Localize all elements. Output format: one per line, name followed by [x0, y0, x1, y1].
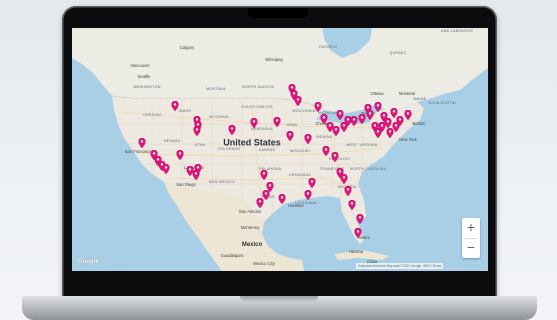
map-pin-icon[interactable]: [356, 214, 364, 224]
label-indiana: INDIANA: [315, 135, 333, 140]
map-pin-icon[interactable]: [194, 164, 202, 174]
map-pin-icon[interactable]: [228, 125, 236, 135]
map-pin-icon[interactable]: [278, 194, 286, 204]
label-wyoming: WYOMING: [208, 115, 230, 120]
map-viewport[interactable]: United States Mexico Cuba AND LABRADOR O…: [72, 28, 488, 271]
label-mexico: Mexico: [241, 242, 263, 248]
camera-notch: [248, 8, 308, 18]
map-pin-icon[interactable]: [390, 108, 398, 118]
label-north-carolina: NORTH CAROLINA: [349, 167, 387, 172]
map-pin-icon[interactable]: [404, 110, 412, 120]
map-pin-icon[interactable]: [262, 190, 270, 200]
map-pin-icon[interactable]: [260, 170, 268, 180]
label-boston: Boston: [412, 120, 426, 126]
map-pin-icon[interactable]: [304, 190, 312, 200]
map-pin-icon[interactable]: [193, 126, 201, 136]
map-pin-icon[interactable]: [176, 150, 184, 160]
laptop-base-notch: [240, 296, 318, 302]
label-nebraska: NEBRASKA: [251, 127, 273, 132]
map-pin-icon[interactable]: [332, 126, 340, 136]
map-pin-icon[interactable]: [396, 116, 404, 126]
label-houston: Houston: [288, 202, 304, 208]
label-idaho: IDAHO: [178, 109, 192, 114]
google-logo: Google: [78, 259, 99, 265]
map-pin-icon[interactable]: [354, 228, 362, 238]
label-seattle: Seattle: [137, 73, 151, 79]
label-oregon: OREGON: [143, 113, 161, 118]
map-pin-icon[interactable]: [366, 110, 374, 120]
laptop-scene: United States Mexico Cuba AND LABRADOR O…: [0, 0, 557, 320]
label-united-states: United States: [223, 137, 281, 148]
label-san-francisco: San Francisco: [124, 148, 152, 154]
label-calgary: Calgary: [179, 44, 195, 50]
label-west-virginia: WEST VIRGINIA: [346, 143, 378, 148]
map-pin-icon[interactable]: [374, 128, 382, 138]
label-utah: UTAH: [194, 143, 206, 148]
map-pin-icon[interactable]: [138, 138, 146, 148]
map-pin-icon[interactable]: [322, 146, 330, 156]
label-kansas: KANSAS: [258, 148, 276, 153]
label-ottawa: Ottawa: [370, 90, 384, 96]
map-pin-icon[interactable]: [286, 131, 294, 141]
map-pin-icon[interactable]: [380, 112, 388, 122]
label-maine: MAINE: [413, 97, 427, 102]
label-vancouver: Vancouver: [130, 62, 150, 68]
map-pin-icon[interactable]: [348, 200, 356, 210]
label-south-dakota: SOUTH DAKOTA: [241, 105, 273, 110]
map-pin-icon[interactable]: [331, 152, 339, 162]
label-nevada: NEVADA: [163, 139, 181, 144]
map-pin-icon[interactable]: [171, 101, 179, 111]
map-pin-icon[interactable]: [340, 174, 348, 184]
label-new-york: New York: [399, 136, 417, 142]
label-iowa: IOWA: [286, 123, 298, 128]
label-labrador: AND LABRADOR: [441, 29, 473, 34]
map-pin-icon[interactable]: [256, 198, 264, 208]
map-pin-icon[interactable]: [250, 118, 258, 128]
label-guadalajara: Guadalajara: [220, 252, 244, 258]
label-quebec: QUEBEC: [389, 51, 407, 56]
map-pin-icon[interactable]: [162, 164, 170, 174]
map-pin-icon[interactable]: [374, 102, 382, 112]
label-havana: Havana: [348, 248, 364, 254]
zoom-in-button[interactable]: +: [462, 218, 480, 237]
map-pin-icon[interactable]: [314, 102, 322, 112]
map-pin-icon[interactable]: [336, 110, 344, 120]
label-montana: MONTANA: [206, 87, 226, 92]
map-attribution[interactable]: Keyboard shortcuts Map data ©2024 Google…: [356, 263, 444, 269]
label-montreal: Montreal: [398, 90, 416, 96]
label-mexico-city: Mexico City: [253, 260, 275, 266]
label-missouri: MISSOURI: [289, 149, 311, 154]
zoom-out-button[interactable]: −: [462, 238, 480, 257]
label-san-antonio: San Antonio: [238, 208, 262, 214]
map-pin-icon[interactable]: [308, 178, 316, 188]
label-monterrey: Monterrey: [240, 224, 260, 230]
label-san-diego: San Diego: [176, 181, 196, 187]
label-new-mexico: NEW MEXICO: [208, 180, 236, 185]
zoom-controls: + −: [462, 218, 480, 258]
map-pin-icon[interactable]: [344, 186, 352, 196]
label-nova-scotia: NOVA SCOTIA: [428, 101, 456, 106]
map-pin-icon[interactable]: [273, 117, 281, 127]
map-pin-icon[interactable]: [358, 114, 366, 124]
label-wisconsin: WISCONSIN: [292, 109, 316, 114]
label-washington: WASHINGTON: [133, 85, 161, 90]
map-pin-icon[interactable]: [350, 116, 358, 126]
map-pin-icon[interactable]: [304, 134, 312, 144]
label-winnipeg: Winnipeg: [265, 56, 283, 62]
label-north-dakota: NORTH DAKOTA: [242, 85, 274, 90]
label-ontario: ONTARIO: [318, 45, 338, 50]
map-pin-icon[interactable]: [294, 96, 302, 106]
label-colorado: COLORADO: [217, 147, 241, 152]
